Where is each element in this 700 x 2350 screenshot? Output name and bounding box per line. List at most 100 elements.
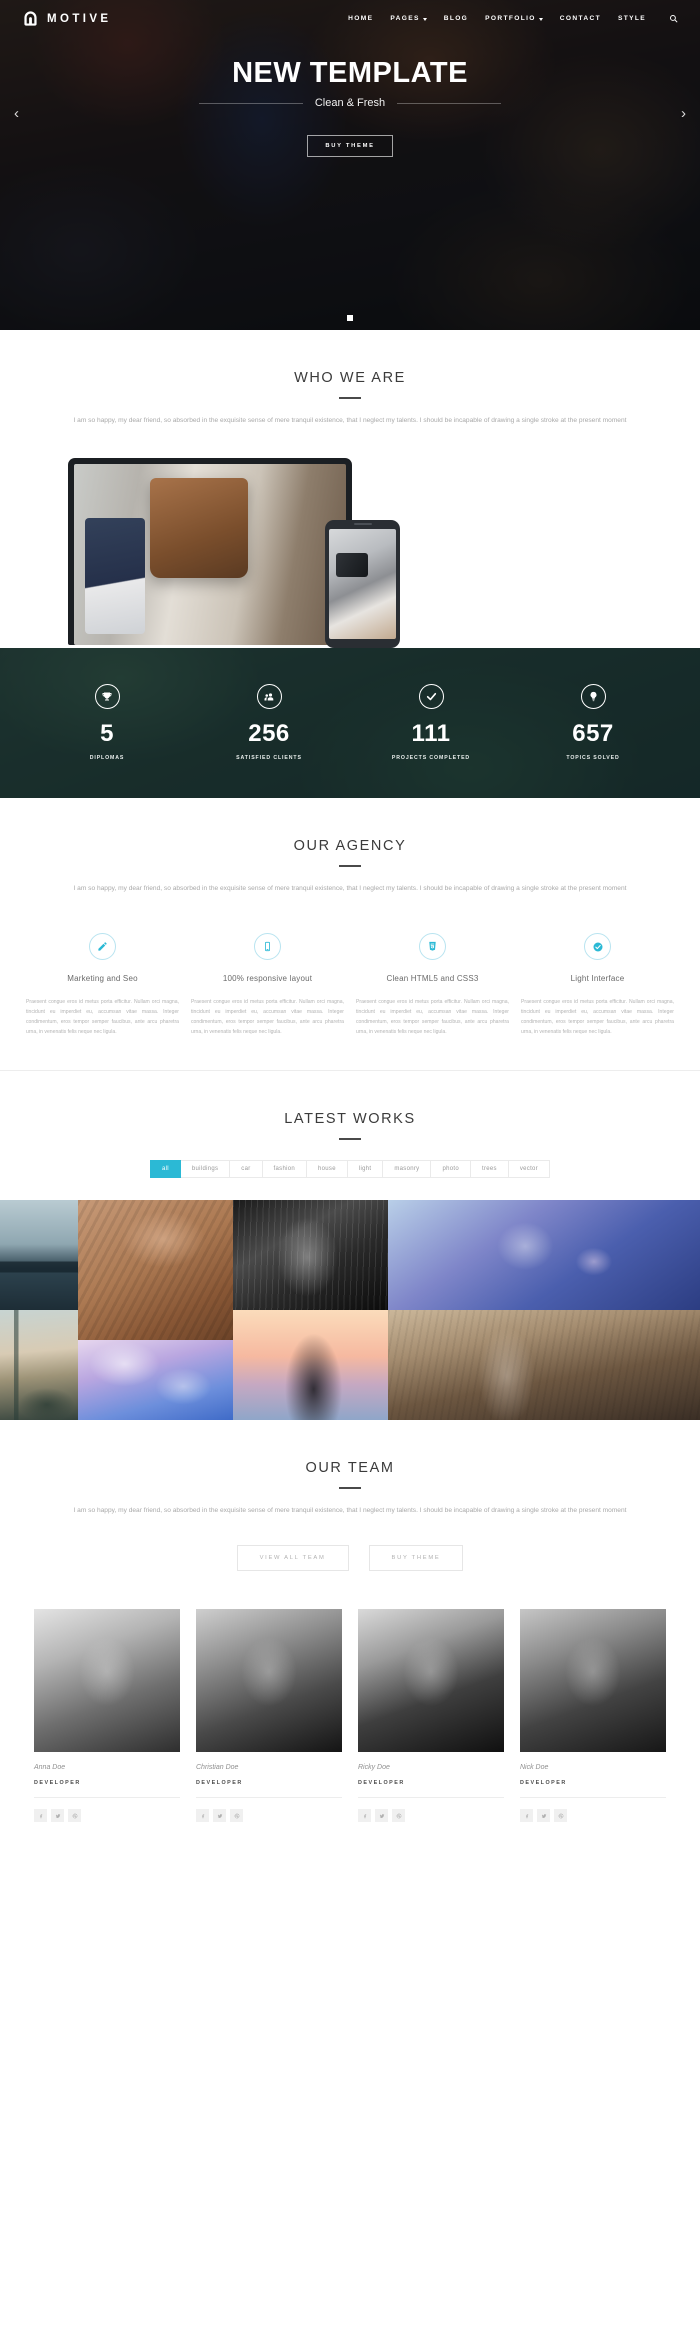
nav-item-home[interactable]: HOME [348, 15, 373, 22]
who-we-are-section: WHO WE ARE I am so happy, my dear friend… [0, 330, 700, 648]
dribbble-icon[interactable] [230, 1809, 243, 1823]
twitter-icon[interactable] [537, 1809, 550, 1823]
hero-buy-theme-button[interactable]: BUY THEME [307, 135, 393, 158]
dribbble-icon[interactable] [554, 1809, 567, 1823]
filter-car[interactable]: car [230, 1159, 263, 1178]
portfolio-tile-bridge-lake[interactable] [0, 1199, 78, 1310]
hero-subtitle-row: Clean & Fresh [0, 97, 700, 109]
member-socials [196, 1809, 342, 1823]
member-photo[interactable] [196, 1609, 342, 1753]
nav-label: PORTFOLIO [485, 15, 536, 22]
stats-counter-section: 5 DIPLOMAS 256 SATISFIED CLIENTS 111 PRO… [0, 647, 700, 798]
nav-label: STYLE [618, 15, 646, 22]
phone-mockup [325, 519, 400, 648]
member-divider [196, 1797, 342, 1799]
portfolio-tile-blonde-model[interactable] [388, 1309, 700, 1420]
filter-fashion[interactable]: fashion [262, 1159, 307, 1178]
member-name: Ricky Doe [358, 1764, 390, 1772]
feature-body: Praesent congue eros id metus porta effi… [356, 999, 509, 1035]
chevron-down-icon [422, 17, 427, 21]
feature-title: Clean HTML5 and CSS3 [386, 974, 479, 984]
tile-photo [78, 1339, 233, 1420]
member-photo[interactable] [520, 1609, 666, 1753]
pencil-glyph [98, 942, 107, 951]
buy-theme-button[interactable]: BUY THEME [368, 1545, 464, 1572]
facebook-icon[interactable] [520, 1809, 533, 1823]
nav-label: PAGES [390, 15, 420, 22]
hero-next-arrow[interactable]: › [681, 105, 686, 122]
motive-arch-logo-icon [24, 11, 37, 26]
site-header: MOTIVE HOME PAGES BLOG PORTFOLIO CONTACT… [0, 0, 700, 37]
portfolio-tile-dark-portrait[interactable] [233, 1199, 388, 1310]
facebook-icon[interactable] [196, 1809, 209, 1823]
nav-item-contact[interactable]: CONTACT [560, 15, 601, 22]
hero-overlay [0, 0, 700, 330]
our-team-lead: I am so happy, my dear friend, so absorb… [73, 1506, 627, 1514]
twitter-icon[interactable] [51, 1809, 64, 1823]
filter-photo[interactable]: photo [431, 1159, 471, 1178]
search-icon[interactable] [669, 14, 678, 23]
lightbulb-glyph [590, 691, 596, 702]
portfolio-tile-clouds-sky[interactable] [78, 1339, 233, 1420]
chevron-down-icon [538, 17, 543, 21]
filter-masonry[interactable]: masonry [383, 1159, 432, 1178]
portfolio-tile-blue-portrait[interactable] [388, 1199, 700, 1310]
view-all-team-button[interactable]: VIEW ALL TEAM [236, 1545, 349, 1572]
dribbble-icon[interactable] [68, 1809, 81, 1823]
tile-photo [0, 1309, 78, 1420]
portfolio-tile-sunset-fashion[interactable] [233, 1309, 388, 1420]
facebook-icon[interactable] [34, 1809, 47, 1823]
portfolio-filter-bar: all buildings car fashion house light ma… [0, 1159, 700, 1178]
team-member-card: Nick Doe DEVELOPER [520, 1609, 666, 1823]
nav-item-style[interactable]: STYLE [618, 15, 646, 22]
laptop-screen-photo [74, 463, 346, 645]
our-agency-lead: I am so happy, my dear friend, so absorb… [73, 884, 627, 892]
filter-buildings[interactable]: buildings [180, 1159, 231, 1178]
facebook-icon[interactable] [358, 1809, 371, 1823]
member-photo[interactable] [34, 1609, 180, 1753]
nav-label: HOME [348, 15, 374, 22]
member-role: DEVELOPER [196, 1780, 243, 1787]
phone-screen-photo [329, 528, 396, 639]
portfolio-tile-stone-statue[interactable] [78, 1199, 233, 1340]
brand-logo[interactable]: MOTIVE [22, 10, 112, 27]
twitter-icon[interactable] [213, 1809, 226, 1823]
filter-house[interactable]: house [307, 1159, 348, 1178]
our-team-section: OUR TEAM I am so happy, my dear friend, … [0, 1419, 700, 1857]
nav-item-pages[interactable]: PAGES [390, 15, 427, 22]
member-name: Christian Doe [196, 1764, 239, 1772]
member-photo[interactable] [358, 1609, 504, 1753]
hero-slider: MOTIVE HOME PAGES BLOG PORTFOLIO CONTACT… [0, 0, 700, 330]
twitter-icon[interactable] [375, 1809, 388, 1823]
nav-item-blog[interactable]: BLOG [444, 15, 468, 22]
tile-photo [233, 1199, 388, 1310]
team-member-card: Christian Doe DEVELOPER [196, 1609, 342, 1823]
dribbble-icon[interactable] [392, 1809, 405, 1823]
hero-rule-left [198, 102, 303, 104]
feature-title: Marketing and Seo [67, 974, 138, 984]
section-divider [339, 397, 361, 399]
filter-vector[interactable]: vector [508, 1159, 550, 1178]
portfolio-tile-paris-rooftops[interactable] [0, 1309, 78, 1420]
filter-all[interactable]: all [150, 1159, 181, 1178]
mobile-glyph [265, 941, 270, 952]
stats-row: 5 DIPLOMAS 256 SATISFIED CLIENTS 111 PRO… [0, 648, 700, 798]
member-name: Anna Doe [34, 1764, 66, 1772]
team-member-card: Anna Doe DEVELOPER [34, 1609, 180, 1823]
member-role: DEVELOPER [34, 1780, 81, 1787]
laptop-mockup [68, 457, 352, 645]
filter-trees[interactable]: trees [471, 1159, 509, 1178]
trophy-glyph [102, 692, 112, 701]
hero-prev-arrow[interactable]: ‹ [14, 105, 19, 122]
filter-light[interactable]: light [347, 1159, 384, 1178]
users-icon [256, 684, 282, 710]
nav-item-portfolio[interactable]: PORTFOLIO [485, 15, 543, 22]
hero-pagination [0, 315, 700, 321]
stat-value: 657 [572, 720, 614, 748]
shield-check-icon [584, 933, 611, 961]
member-role: DEVELOPER [358, 1780, 405, 1787]
hero-dot-1[interactable] [347, 315, 353, 321]
member-role: DEVELOPER [520, 1780, 567, 1787]
feature-light-interface: Light Interface Praesent congue eros id … [521, 933, 674, 1038]
member-name: Nick Doe [520, 1764, 549, 1772]
